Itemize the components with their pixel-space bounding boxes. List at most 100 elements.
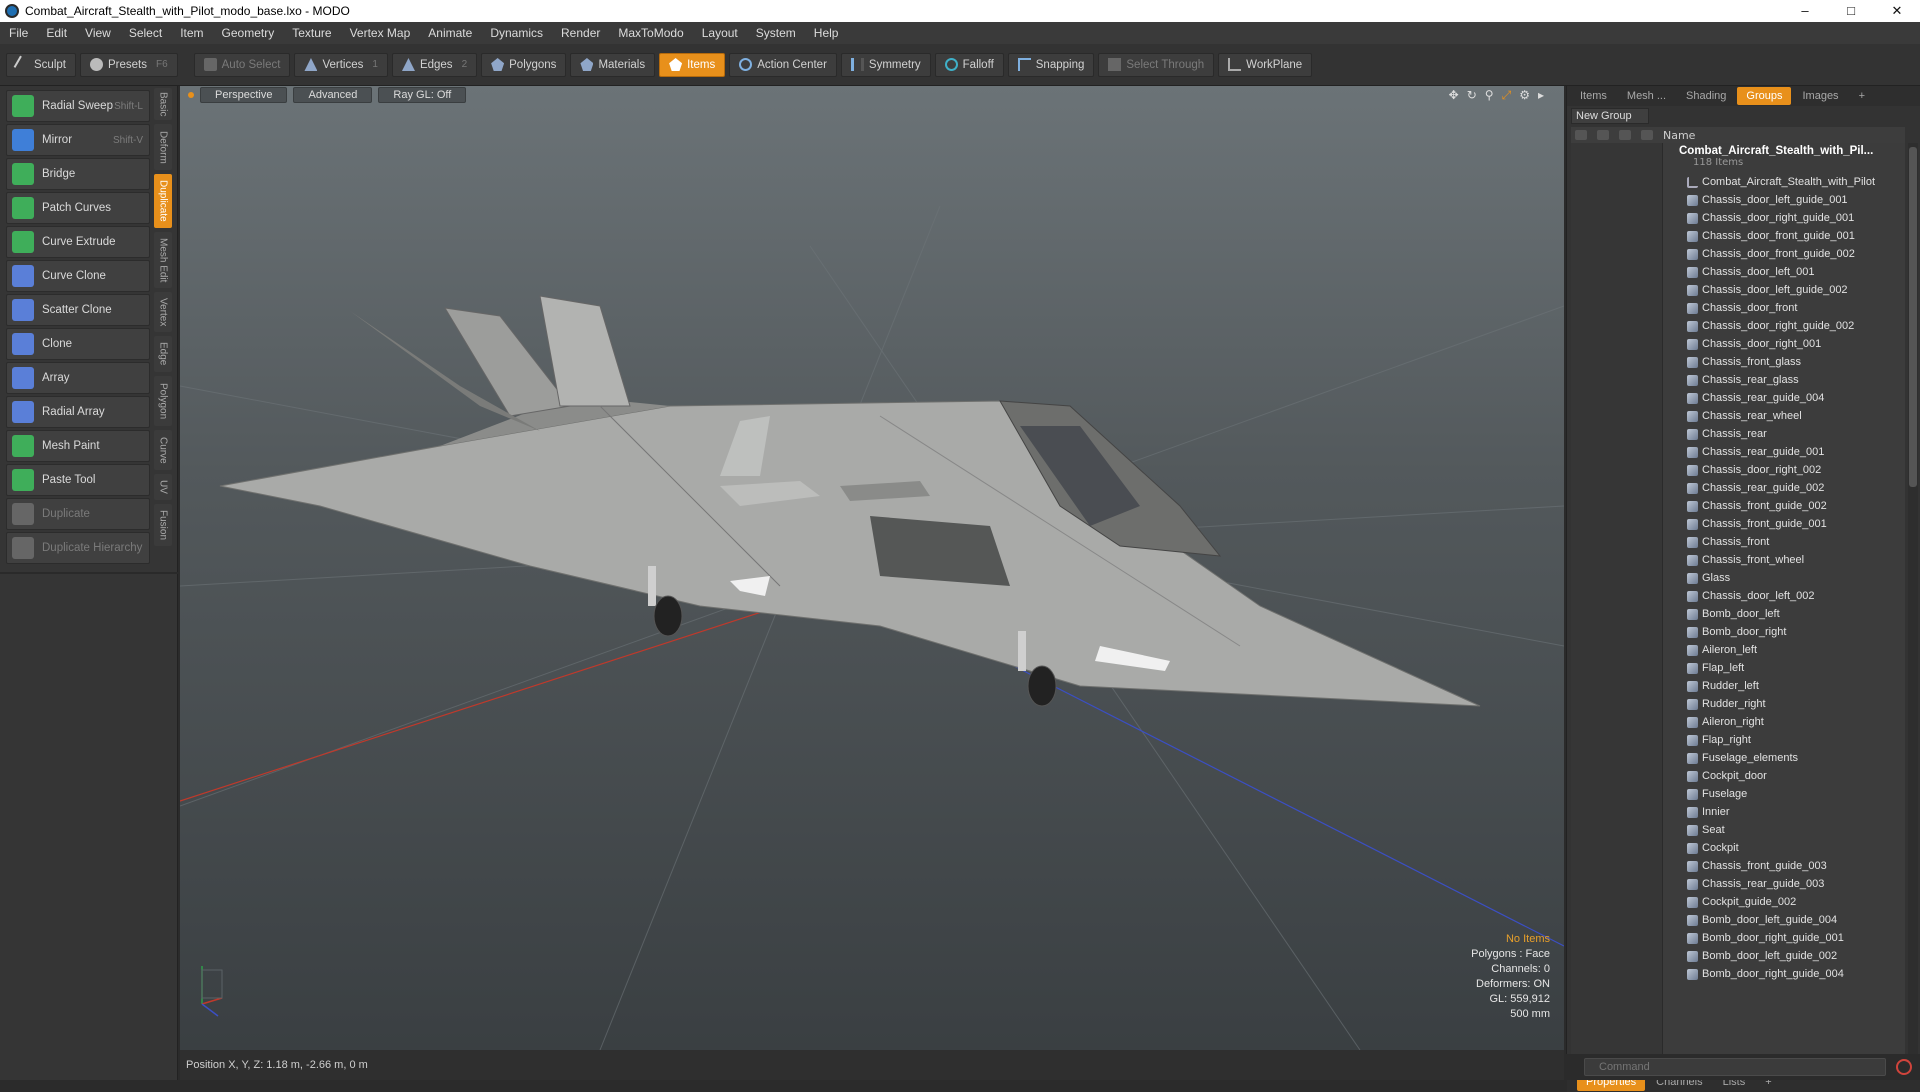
scatter-clone-tool[interactable]: Scatter Clone bbox=[6, 294, 150, 326]
items-button[interactable]: Items bbox=[659, 52, 726, 77]
list-item[interactable]: Chassis_rear_guide_003 bbox=[1663, 875, 1905, 893]
falloff-button[interactable]: Falloff bbox=[934, 52, 1004, 77]
list-item[interactable]: Bomb_door_right bbox=[1663, 623, 1905, 641]
list-item[interactable]: Chassis_front_wheel bbox=[1663, 551, 1905, 569]
curve-extrude-tool[interactable]: Curve Extrude bbox=[6, 226, 150, 258]
scene-canvas[interactable] bbox=[180, 86, 1564, 1050]
mirror-tool[interactable]: Mirror Shift-V bbox=[6, 124, 150, 156]
menu-dynamics[interactable]: Dynamics bbox=[481, 26, 552, 40]
list-item[interactable]: Cockpit bbox=[1663, 839, 1905, 857]
list-item[interactable]: Chassis_rear_wheel bbox=[1663, 407, 1905, 425]
menu-maxtomodo[interactable]: MaxToModo bbox=[609, 26, 692, 40]
list-item[interactable]: Chassis_rear_guide_002 bbox=[1663, 479, 1905, 497]
list-item[interactable]: Chassis_rear bbox=[1663, 425, 1905, 443]
radial-sweep-tool[interactable]: Radial Sweep Shift-L bbox=[6, 90, 150, 122]
list-item[interactable]: Rudder_right bbox=[1663, 695, 1905, 713]
list-item[interactable]: Flap_right bbox=[1663, 731, 1905, 749]
list-item[interactable]: Cockpit_door bbox=[1663, 767, 1905, 785]
list-item[interactable]: Chassis_rear_glass bbox=[1663, 371, 1905, 389]
polygons-button[interactable]: Polygons bbox=[481, 52, 567, 77]
gear-icon[interactable]: ⚙ bbox=[1519, 88, 1530, 103]
list-item[interactable]: Bomb_door_left_guide_004 bbox=[1663, 911, 1905, 929]
radial-array-tool[interactable]: Radial Array bbox=[6, 396, 150, 428]
duplicate-tool[interactable]: Duplicate bbox=[6, 498, 150, 530]
paste-tool[interactable]: Paste Tool bbox=[6, 464, 150, 496]
menu-texture[interactable]: Texture bbox=[283, 26, 340, 40]
scrollbar-thumb[interactable] bbox=[1909, 147, 1917, 487]
clone-tool[interactable]: Clone bbox=[6, 328, 150, 360]
advanced-shading-tab[interactable]: Advanced bbox=[293, 87, 373, 103]
list-item[interactable]: Glass bbox=[1663, 569, 1905, 587]
list-item[interactable]: Rudder_left bbox=[1663, 677, 1905, 695]
tab-deform[interactable]: Deform bbox=[154, 124, 172, 170]
expand-arrow-icon[interactable]: ▸ bbox=[1538, 88, 1544, 103]
menu-render[interactable]: Render bbox=[552, 26, 609, 40]
tab-uv[interactable]: UV bbox=[154, 474, 172, 500]
snapping-button[interactable]: Snapping bbox=[1007, 52, 1095, 77]
add-tab-button[interactable]: + bbox=[1850, 87, 1874, 105]
list-item[interactable]: Chassis_door_front bbox=[1663, 299, 1905, 317]
tab-basic[interactable]: Basic bbox=[154, 88, 172, 120]
list-item[interactable]: Chassis_rear_guide_001 bbox=[1663, 443, 1905, 461]
list-item[interactable]: Chassis_door_right_guide_001 bbox=[1663, 209, 1905, 227]
menu-vertex-map[interactable]: Vertex Map bbox=[341, 26, 420, 40]
menu-file[interactable]: File bbox=[0, 26, 37, 40]
list-item[interactable]: Combat_Aircraft_Stealth_with_Pilot bbox=[1663, 173, 1905, 191]
list-item[interactable]: Chassis_door_left_001 bbox=[1663, 263, 1905, 281]
render-icon[interactable] bbox=[1597, 130, 1609, 140]
menu-view[interactable]: View bbox=[76, 26, 120, 40]
list-item[interactable]: Bomb_door_left bbox=[1663, 605, 1905, 623]
maximize-button[interactable]: □ bbox=[1828, 0, 1874, 22]
list-item[interactable]: Chassis_door_right_guide_002 bbox=[1663, 317, 1905, 335]
menu-animate[interactable]: Animate bbox=[419, 26, 481, 40]
tab-fusion[interactable]: Fusion bbox=[154, 504, 172, 546]
list-item[interactable]: Bomb_door_right_guide_001 bbox=[1663, 929, 1905, 947]
name-column-header[interactable]: Name bbox=[1663, 129, 1695, 142]
3d-viewport[interactable]: Perspective Advanced Ray GL: Off ✥ ↻ ⚲ ⤢… bbox=[180, 86, 1564, 1050]
list-item[interactable]: Bomb_door_right_guide_004 bbox=[1663, 965, 1905, 983]
raygl-toggle[interactable]: Ray GL: Off bbox=[378, 87, 467, 103]
select-through-button[interactable]: Select Through bbox=[1098, 52, 1215, 77]
tab-vertex[interactable]: Vertex bbox=[154, 292, 172, 332]
menu-geometry[interactable]: Geometry bbox=[213, 26, 284, 40]
bridge-tool[interactable]: Bridge bbox=[6, 158, 150, 190]
list-item[interactable]: Aileron_right bbox=[1663, 713, 1905, 731]
vertices-button[interactable]: Vertices 1 bbox=[294, 52, 388, 77]
list-item[interactable]: Chassis_door_left_guide_002 bbox=[1663, 281, 1905, 299]
list-item[interactable]: Chassis_door_front_guide_002 bbox=[1663, 245, 1905, 263]
tab-groups[interactable]: Groups bbox=[1737, 87, 1792, 105]
lock-icon[interactable] bbox=[1619, 130, 1631, 140]
patch-curves-tool[interactable]: Patch Curves bbox=[6, 192, 150, 224]
select-icon[interactable] bbox=[1641, 130, 1653, 140]
list-item[interactable]: Seat bbox=[1663, 821, 1905, 839]
array-tool[interactable]: Array bbox=[6, 362, 150, 394]
menu-system[interactable]: System bbox=[747, 26, 805, 40]
edges-button[interactable]: Edges 2 bbox=[391, 52, 478, 77]
list-item[interactable]: Fuselage_elements bbox=[1663, 749, 1905, 767]
tab-polygon[interactable]: Polygon bbox=[154, 376, 172, 426]
minimize-button[interactable]: – bbox=[1782, 0, 1828, 22]
duplicate-hierarchy-tool[interactable]: Duplicate Hierarchy bbox=[6, 532, 150, 564]
pan-icon[interactable]: ✥ bbox=[1449, 88, 1459, 103]
action-center-button[interactable]: Action Center bbox=[729, 52, 837, 77]
list-item[interactable]: Chassis_front_guide_001 bbox=[1663, 515, 1905, 533]
list-scrollbar[interactable] bbox=[1908, 143, 1918, 1069]
new-group-button[interactable]: New Group bbox=[1571, 108, 1649, 124]
curve-clone-tool[interactable]: Curve Clone bbox=[6, 260, 150, 292]
list-item[interactable]: Chassis_front_guide_003 bbox=[1663, 857, 1905, 875]
menu-layout[interactable]: Layout bbox=[693, 26, 747, 40]
tab-duplicate[interactable]: Duplicate bbox=[154, 174, 172, 228]
tab-curve[interactable]: Curve bbox=[154, 430, 172, 470]
list-item[interactable]: Chassis_front_glass bbox=[1663, 353, 1905, 371]
menu-help[interactable]: Help bbox=[805, 26, 848, 40]
group-root-row[interactable]: Combat_Aircraft_Stealth_with_Pil... 118 … bbox=[1663, 143, 1905, 173]
stealth-aircraft-model[interactable] bbox=[219, 295, 1481, 707]
workplane-button[interactable]: WorkPlane bbox=[1218, 52, 1313, 77]
visibility-eye-icon[interactable] bbox=[1575, 130, 1587, 140]
rotate-icon[interactable]: ↻ bbox=[1467, 88, 1477, 103]
list-item[interactable]: Chassis_rear_guide_004 bbox=[1663, 389, 1905, 407]
tab-images[interactable]: Images bbox=[1793, 87, 1847, 105]
menu-edit[interactable]: Edit bbox=[37, 26, 76, 40]
list-item[interactable]: Flap_left bbox=[1663, 659, 1905, 677]
zoom-icon[interactable]: ⚲ bbox=[1485, 88, 1494, 103]
